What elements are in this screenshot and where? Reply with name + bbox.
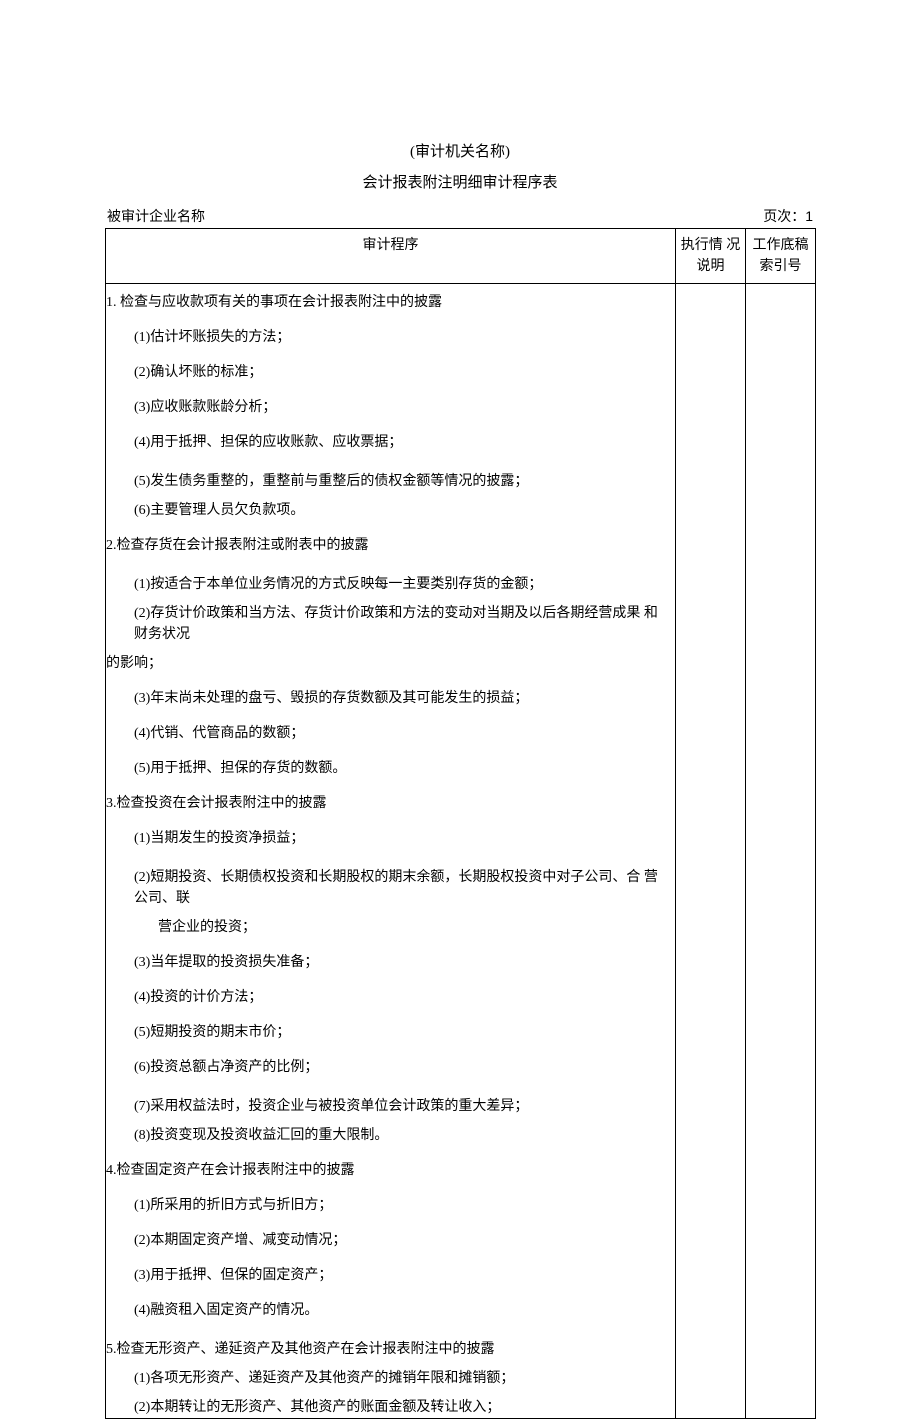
- th-reference: 工作底稿 索引号: [746, 229, 816, 284]
- list-item: (3)年末尚未处理的盘亏、毁损的存货数额及其可能发生的损益；: [106, 688, 669, 709]
- table-header-row: 审计程序 执行情 况说明 工作底稿 索引号: [106, 229, 816, 284]
- section-heading: 3.检查投资在会计报表附注中的披露: [106, 793, 669, 814]
- list-item: (4)代销、代管商品的数额；: [106, 723, 669, 744]
- list-item: (1)按适合于本单位业务情况的方式反映每一主要类别存货的金额；: [106, 574, 669, 595]
- table-body-row: 1. 检查与应收款项有关的事项在会计报表附注中的披露 (1)估计坏账损失的方法；…: [106, 284, 816, 1419]
- list-item: (3)用于抵押、但保的固定资产；: [106, 1265, 669, 1286]
- page-number: 1: [805, 208, 813, 224]
- list-item: (2)短期投资、长期债权投资和长期股权的期末余额，长期股权投资中对子公司、合 营…: [106, 867, 669, 909]
- section-heading: 4.检查固定资产在会计报表附注中的披露: [106, 1160, 669, 1181]
- list-item: (7)采用权益法时，投资企业与被投资单位会计政策的重大差异；: [106, 1096, 669, 1117]
- list-item: (4)融资租入固定资产的情况。: [106, 1300, 669, 1321]
- reference-cell: [746, 284, 816, 1419]
- procedure-cell: 1. 检查与应收款项有关的事项在会计报表附注中的披露 (1)估计坏账损失的方法；…: [106, 284, 676, 1419]
- list-item: (4)投资的计价方法；: [106, 987, 669, 1008]
- list-item: (5)用于抵押、担保的存货的数额。: [106, 758, 669, 779]
- audit-procedure-table: 审计程序 执行情 况说明 工作底稿 索引号 1. 检查与应收款项有关的事项在会计…: [105, 228, 816, 1419]
- list-item: (3)应收账款账龄分析；: [106, 397, 669, 418]
- list-item: (1)所采用的折旧方式与折旧方；: [106, 1195, 669, 1216]
- list-item-continuation: 的影响；: [106, 653, 669, 674]
- document-page: (审计机关名称) 会计报表附注明细审计程序表 被审计企业名称 页次：1 审计程序…: [0, 0, 920, 1419]
- list-item: (2)本期固定资产增、减变动情况；: [106, 1230, 669, 1251]
- list-item: (2)本期转让的无形资产、其他资产的账面金额及转让收入；: [106, 1397, 669, 1418]
- list-item: (1)当期发生的投资净损益；: [106, 828, 669, 849]
- list-item: (6)投资总额占净资产的比例；: [106, 1057, 669, 1078]
- th-procedure: 审计程序: [106, 229, 676, 284]
- page-indicator: 页次：1: [763, 206, 813, 226]
- meta-row: 被审计企业名称 页次：1: [105, 206, 815, 226]
- th-execution: 执行情 况说明: [676, 229, 746, 284]
- list-item: (4)用于抵押、担保的应收账款、应收票据；: [106, 432, 669, 453]
- company-label: 被审计企业名称: [107, 206, 205, 226]
- doc-title: 会计报表附注明细审计程序表: [105, 171, 815, 192]
- list-item: (2)确认坏账的标准；: [106, 362, 669, 383]
- execution-cell: [676, 284, 746, 1419]
- list-item: (5)短期投资的期末市价；: [106, 1022, 669, 1043]
- list-item: (8)投资变现及投资收益汇回的重大限制。: [106, 1125, 669, 1146]
- org-name-placeholder: (审计机关名称): [105, 140, 815, 161]
- list-item: (5)发生债务重整的，重整前与重整后的债权金额等情况的披露；: [106, 471, 669, 492]
- section-heading: 2.检查存货在会计报表附注或附表中的披露: [106, 535, 669, 556]
- list-item: (6)主要管理人员欠负款项。: [106, 500, 669, 521]
- section-heading: 5.检查无形资产、递延资产及其他资产在会计报表附注中的披露: [106, 1339, 669, 1360]
- list-item: (1)估计坏账损失的方法；: [106, 327, 669, 348]
- section-heading: 1. 检查与应收款项有关的事项在会计报表附注中的披露: [106, 292, 669, 313]
- list-item: (3)当年提取的投资损失准备；: [106, 952, 669, 973]
- list-item-continuation: 营企业的投资；: [106, 917, 669, 938]
- list-item: (2)存货计价政策和当方法、存货计价政策和方法的变动对当期及以后各期经营成果 和…: [106, 603, 669, 645]
- list-item: (1)各项无形资产、递延资产及其他资产的摊销年限和摊销额；: [106, 1368, 669, 1389]
- page-label: 页次：: [763, 210, 805, 225]
